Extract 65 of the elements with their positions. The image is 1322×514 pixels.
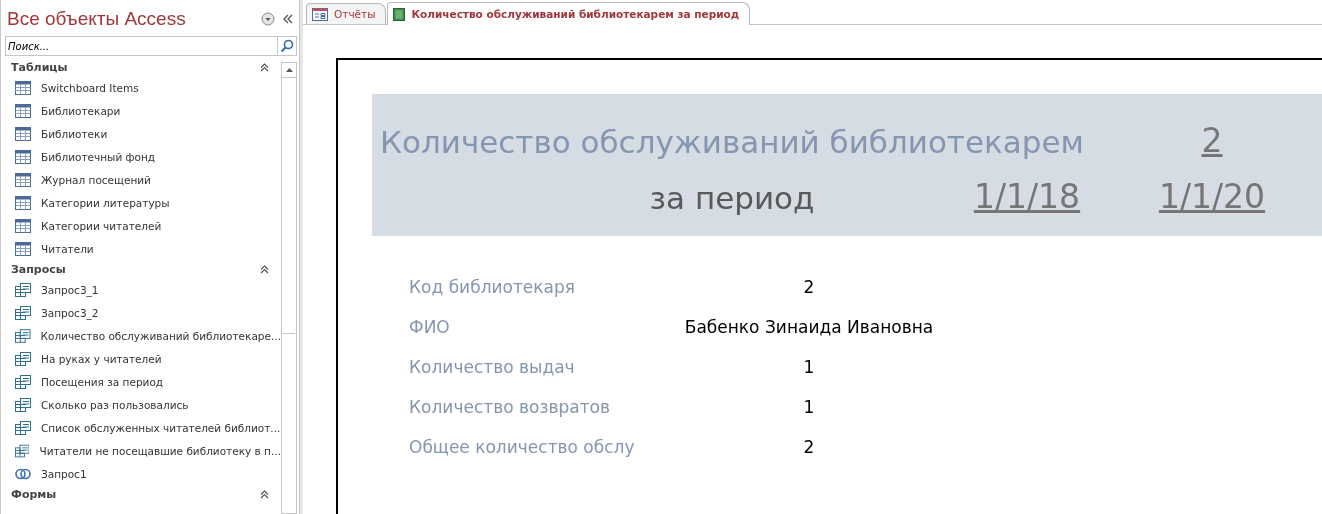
collapse-chevron-icon[interactable]: [260, 62, 269, 72]
table-icon: [15, 103, 31, 118]
query-icon: [15, 351, 31, 366]
query-icon: [15, 305, 31, 320]
navigation-item[interactable]: Библиотеки: [1, 122, 281, 145]
query-icon: [15, 397, 31, 412]
group-header[interactable]: Формы: [11, 487, 260, 501]
field-value: 1: [802, 356, 816, 379]
field-value: 2: [802, 436, 816, 459]
field-value: 2: [802, 276, 816, 299]
field-value: Бабенко Зинаида Ивановна: [683, 316, 935, 339]
field-value: 1: [802, 396, 816, 419]
scrollbar[interactable]: [281, 62, 297, 514]
navigation-item[interactable]: Категории читателей: [1, 214, 281, 237]
group-header[interactable]: Таблицы: [11, 60, 260, 74]
field-label: ФИО: [409, 316, 451, 339]
navigation-item[interactable]: Посещения за период: [1, 370, 281, 393]
report-icon: [393, 7, 406, 21]
search-icon[interactable]: [277, 36, 297, 56]
table-icon: [15, 218, 31, 233]
table-icon: [15, 80, 31, 95]
group-header[interactable]: Запросы: [11, 262, 260, 276]
document-tab[interactable]: Количество обслуживаний библиотекарем за период: [387, 2, 751, 25]
navigation-item[interactable]: Читатели: [1, 237, 281, 260]
navigation-item[interactable]: Запрос3_1: [1, 278, 281, 301]
query-icon: [15, 328, 31, 343]
field-label: Общее количество обслу: [409, 436, 636, 459]
table-icon: [15, 149, 31, 164]
report-title: Количество обслуживаний библиотекарем: [379, 124, 1085, 160]
collapse-chevron-icon[interactable]: [260, 489, 269, 499]
navigation-item[interactable]: Запрос1: [1, 462, 281, 485]
navigation-item[interactable]: Библиотекари: [1, 99, 281, 122]
navigation-item[interactable]: Читатели не посещавшие библиотеку в п...: [1, 439, 281, 462]
navigation-item[interactable]: Категории литературы: [1, 191, 281, 214]
table-icon: [15, 172, 31, 187]
table-icon: [15, 241, 31, 256]
navigation-item[interactable]: На руках у читателей: [1, 347, 281, 370]
dropdown-icon[interactable]: [261, 12, 275, 26]
table-icon: [15, 126, 31, 141]
field-label: Количество выдач: [409, 356, 576, 379]
navigation-item[interactable]: Список обслуженных читателей библиот...: [1, 416, 281, 439]
librarian-code: 2: [1200, 121, 1224, 160]
collapse-chevron-icon[interactable]: [260, 264, 269, 274]
union-icon: [15, 467, 31, 480]
field-label: Количество возвратов: [409, 396, 611, 419]
query-icon: [15, 282, 31, 297]
form-icon: [312, 7, 328, 21]
navigation-item[interactable]: Switchboard Items: [1, 76, 281, 99]
navigation-item[interactable]: Библиотечный фонд: [1, 145, 281, 168]
query-icon: [15, 443, 30, 458]
query-icon: [15, 420, 31, 435]
navigation-item[interactable]: Запрос3_2: [1, 301, 281, 324]
start-date: 1/1/18: [972, 177, 1082, 216]
field-label: Код библиотекаря: [409, 276, 577, 299]
end-date: 1/1/20: [1157, 177, 1267, 216]
document-tab[interactable]: Отчёты: [306, 3, 387, 24]
navigation-item[interactable]: Количество обслуживаний библиотекаре...: [1, 324, 281, 347]
navigation-pane-title: Все объекты Access: [7, 8, 187, 30]
table-icon: [15, 195, 31, 210]
navigation-item[interactable]: Журнал посещений: [1, 168, 281, 191]
navigation-item[interactable]: Сколько раз пользовались: [1, 393, 281, 416]
collapse-icon[interactable]: [281, 12, 295, 26]
period-label: за период: [648, 180, 816, 216]
search-field[interactable]: Поиск...: [5, 36, 277, 56]
query-icon: [15, 374, 31, 389]
